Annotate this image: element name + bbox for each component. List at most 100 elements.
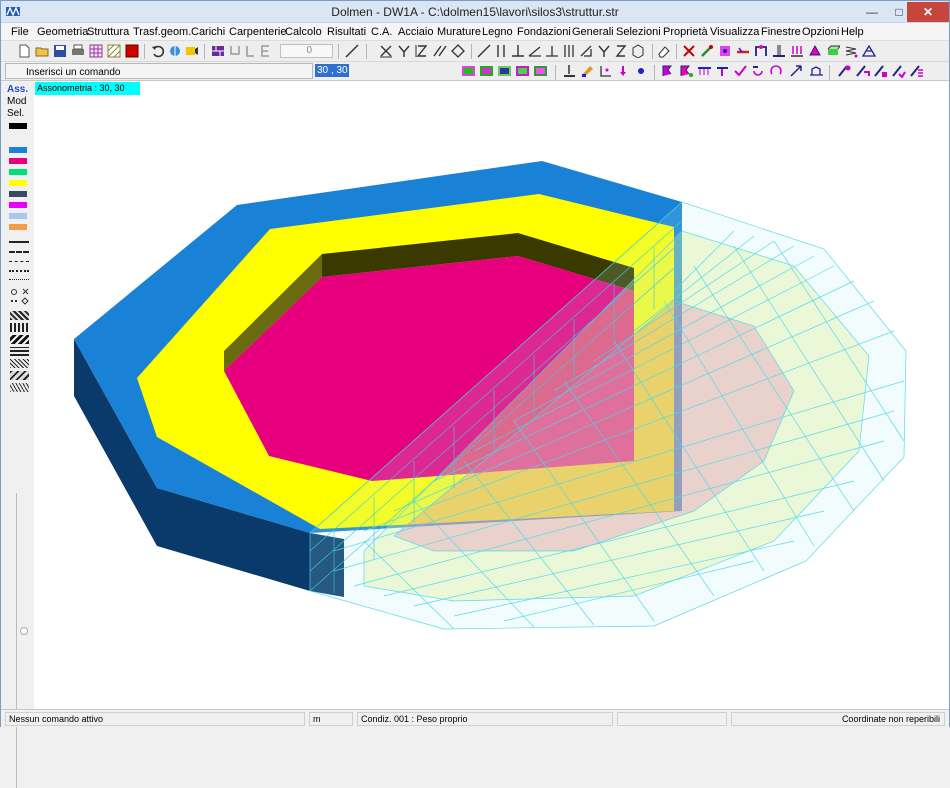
hatch-pattern-7[interactable]	[10, 383, 29, 392]
y-axis-icon[interactable]	[397, 44, 411, 58]
cross-icon[interactable]	[682, 44, 696, 58]
box-icon[interactable]	[631, 44, 645, 58]
color-swatch-green[interactable]	[9, 169, 27, 175]
menu-finestre[interactable]: Finestre	[761, 26, 801, 38]
shaded-view-icon[interactable]	[479, 64, 494, 78]
coordinates-input[interactable]	[315, 64, 349, 77]
color-swatch-orange[interactable]	[9, 224, 27, 230]
color-swatch-magenta[interactable]	[9, 158, 27, 164]
new-file-icon[interactable]	[17, 44, 31, 58]
y-axis-icon[interactable]	[597, 44, 611, 58]
menu-visualizza[interactable]: Visualizza	[710, 26, 759, 38]
stop-icon[interactable]	[125, 44, 139, 58]
hatch-pattern-6[interactable]	[10, 371, 29, 380]
hatch-pattern-4[interactable]	[10, 347, 29, 356]
scale-icon[interactable]	[579, 44, 593, 58]
color-swatch-violet[interactable]	[9, 202, 27, 208]
menu-acciaio[interactable]: Acciaio	[398, 26, 433, 38]
diagram-icon[interactable]	[855, 64, 870, 78]
pin-icon[interactable]	[562, 64, 577, 78]
color-swatch-slate[interactable]	[9, 191, 27, 197]
menu-help[interactable]: Help	[841, 26, 864, 38]
menu-geometria[interactable]: Geometria	[37, 26, 88, 38]
beam-load-icon[interactable]	[697, 64, 712, 78]
eraser-icon[interactable]	[657, 44, 671, 58]
menu-risultati[interactable]: Risultati	[327, 26, 366, 38]
triple-bar-icon[interactable]	[562, 44, 576, 58]
arrow-icon[interactable]	[616, 64, 631, 78]
solid-view-icon[interactable]	[533, 64, 548, 78]
rhombus-icon[interactable]	[451, 44, 465, 58]
vertical-lines-icon[interactable]	[494, 44, 508, 58]
plate-icon[interactable]	[826, 44, 840, 58]
axis-icon[interactable]	[598, 64, 613, 78]
load-case-icon[interactable]	[661, 64, 676, 78]
menu-proprieta[interactable]: Proprietà	[663, 26, 708, 38]
close-button[interactable]: ✕	[907, 2, 949, 22]
z-axis-icon[interactable]	[415, 44, 429, 58]
menu-trasf-geom[interactable]: Trasf.geom.	[133, 26, 191, 38]
rotation-icon[interactable]	[769, 64, 784, 78]
x-axis-icon[interactable]	[379, 44, 393, 58]
menu-struttura[interactable]: Struttura	[87, 26, 129, 38]
menu-calcolo[interactable]: Calcolo	[285, 26, 322, 38]
report-icon[interactable]	[909, 64, 924, 78]
zoom-slider[interactable]	[16, 493, 28, 788]
undo-icon[interactable]	[151, 44, 165, 58]
minimize-button[interactable]: —	[857, 2, 887, 22]
menu-file[interactable]: File	[11, 26, 29, 38]
spring-icon[interactable]	[844, 44, 858, 58]
paint-icon[interactable]	[580, 64, 595, 78]
tools-icon[interactable]	[700, 44, 714, 58]
snap-tools-icon[interactable]	[9, 287, 31, 307]
deformed-icon[interactable]	[809, 64, 824, 78]
open-file-icon[interactable]	[35, 44, 49, 58]
menu-selezioni[interactable]: Selezioni	[616, 26, 661, 38]
z-axis-icon[interactable]	[614, 44, 628, 58]
color-swatch-black[interactable]	[9, 123, 27, 129]
save-icon[interactable]	[53, 44, 67, 58]
envelope-icon[interactable]	[873, 64, 888, 78]
print-icon[interactable]	[71, 44, 85, 58]
view-icon[interactable]	[185, 44, 199, 58]
combination-icon[interactable]	[679, 64, 694, 78]
verify-icon[interactable]	[891, 64, 906, 78]
base-line-icon[interactable]	[545, 44, 559, 58]
hatch-pattern-3[interactable]	[10, 335, 29, 344]
beam-icon[interactable]	[736, 44, 750, 58]
menu-opzioni[interactable]: Opzioni	[802, 26, 839, 38]
truss-icon[interactable]	[862, 44, 876, 58]
wall-icon[interactable]	[211, 44, 225, 58]
line-style-solid[interactable]	[9, 241, 29, 243]
line-style-dashed[interactable]	[9, 251, 29, 253]
menu-fondazioni[interactable]: Fondazioni	[517, 26, 571, 38]
command-box[interactable]: Inserisci un comando	[5, 63, 313, 79]
load-icon[interactable]	[790, 44, 804, 58]
render-mode-icon[interactable]	[461, 64, 476, 78]
wire-view-icon[interactable]	[497, 64, 512, 78]
grid-icon[interactable]	[89, 44, 103, 58]
line-style-fine[interactable]	[9, 279, 29, 280]
line-style-dotted[interactable]	[9, 270, 29, 272]
rotate-icon[interactable]	[168, 44, 182, 58]
diagonal-line-icon[interactable]	[477, 44, 491, 58]
perpendicular-icon[interactable]	[511, 44, 525, 58]
menu-legno[interactable]: Legno	[482, 26, 513, 38]
node-icon[interactable]	[718, 44, 732, 58]
column-icon[interactable]	[772, 44, 786, 58]
support-icon[interactable]	[808, 44, 822, 58]
menu-ca[interactable]: C.A.	[371, 26, 392, 38]
line-style-dashdot[interactable]	[9, 261, 29, 262]
menu-carichi[interactable]: Carichi	[191, 26, 225, 38]
color-swatch-lightblue[interactable]	[9, 213, 27, 219]
numeric-field[interactable]: 0	[280, 44, 333, 58]
menu-murature[interactable]: Murature	[437, 26, 481, 38]
menu-carpenterie[interactable]: Carpenterie	[229, 26, 286, 38]
model-viewport[interactable]: Assonometria : 30, 30	[34, 81, 949, 709]
color-swatch-blue[interactable]	[9, 147, 27, 153]
structure-3d-view[interactable]	[34, 81, 949, 709]
check-icon[interactable]	[733, 64, 748, 78]
line-icon[interactable]	[345, 44, 359, 58]
stress-icon[interactable]	[837, 64, 852, 78]
color-swatch-yellow[interactable]	[9, 180, 27, 186]
